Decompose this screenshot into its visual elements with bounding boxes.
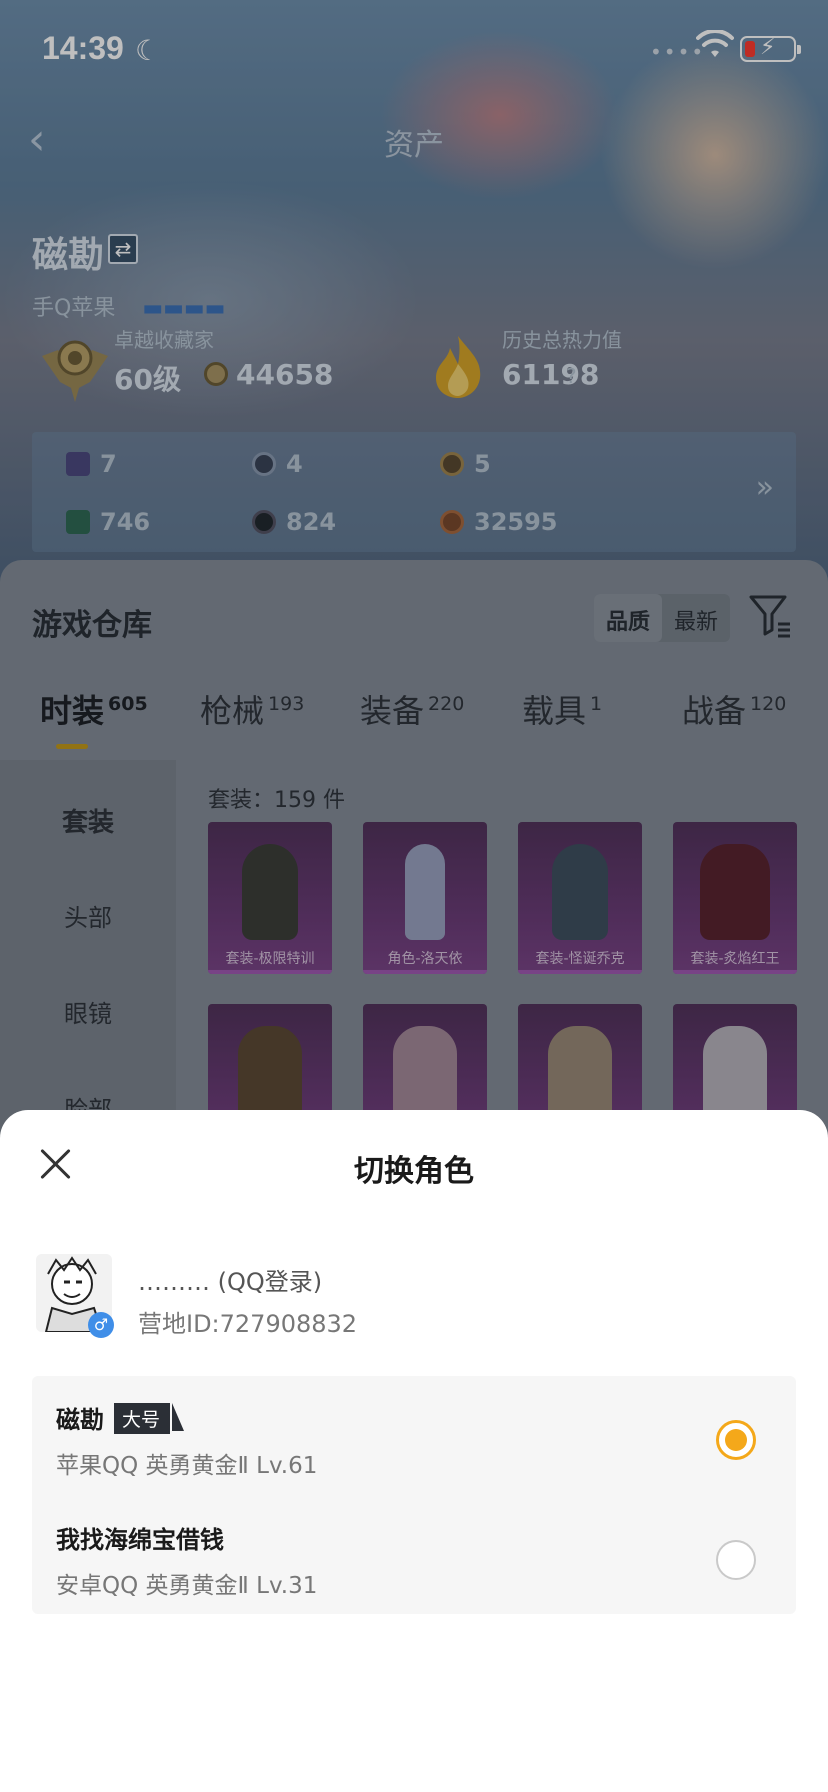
- role-option[interactable]: 磁勘 大号 苹果QQ 英勇黄金Ⅱ Lv.61: [32, 1382, 796, 1492]
- role-info: 安卓QQ 英勇黄金Ⅱ Lv.31: [56, 1573, 318, 1599]
- male-icon: ♂: [88, 1312, 114, 1338]
- role-name: 我找海绵宝借钱: [56, 1526, 224, 1554]
- account-info: ♂ ……… (QQ登录) 营地ID:727908832: [36, 1254, 796, 1342]
- account-id: 营地ID:727908832: [138, 1310, 358, 1338]
- role-info: 苹果QQ 英勇黄金Ⅱ Lv.61: [56, 1453, 318, 1479]
- role-radio[interactable]: [716, 1540, 756, 1580]
- account-name: ……… (QQ登录): [138, 1268, 323, 1296]
- role-option[interactable]: 我找海绵宝借钱 安卓QQ 英勇黄金Ⅱ Lv.31: [32, 1502, 796, 1612]
- role-name: 磁勘 大号: [56, 1400, 185, 1435]
- role-list: 磁勘 大号 苹果QQ 英勇黄金Ⅱ Lv.61 我找海绵宝借钱 安卓QQ 英勇黄金Ⅱ…: [32, 1376, 796, 1614]
- switch-role-sheet: 切换角色 ♂ ……… (QQ登录) 营地ID:727908832 磁勘 大号 苹果…: [0, 1110, 828, 1792]
- sheet-title: 切换角色: [354, 1154, 474, 1189]
- role-radio[interactable]: [716, 1420, 756, 1460]
- main-account-badge: 大号: [114, 1403, 185, 1434]
